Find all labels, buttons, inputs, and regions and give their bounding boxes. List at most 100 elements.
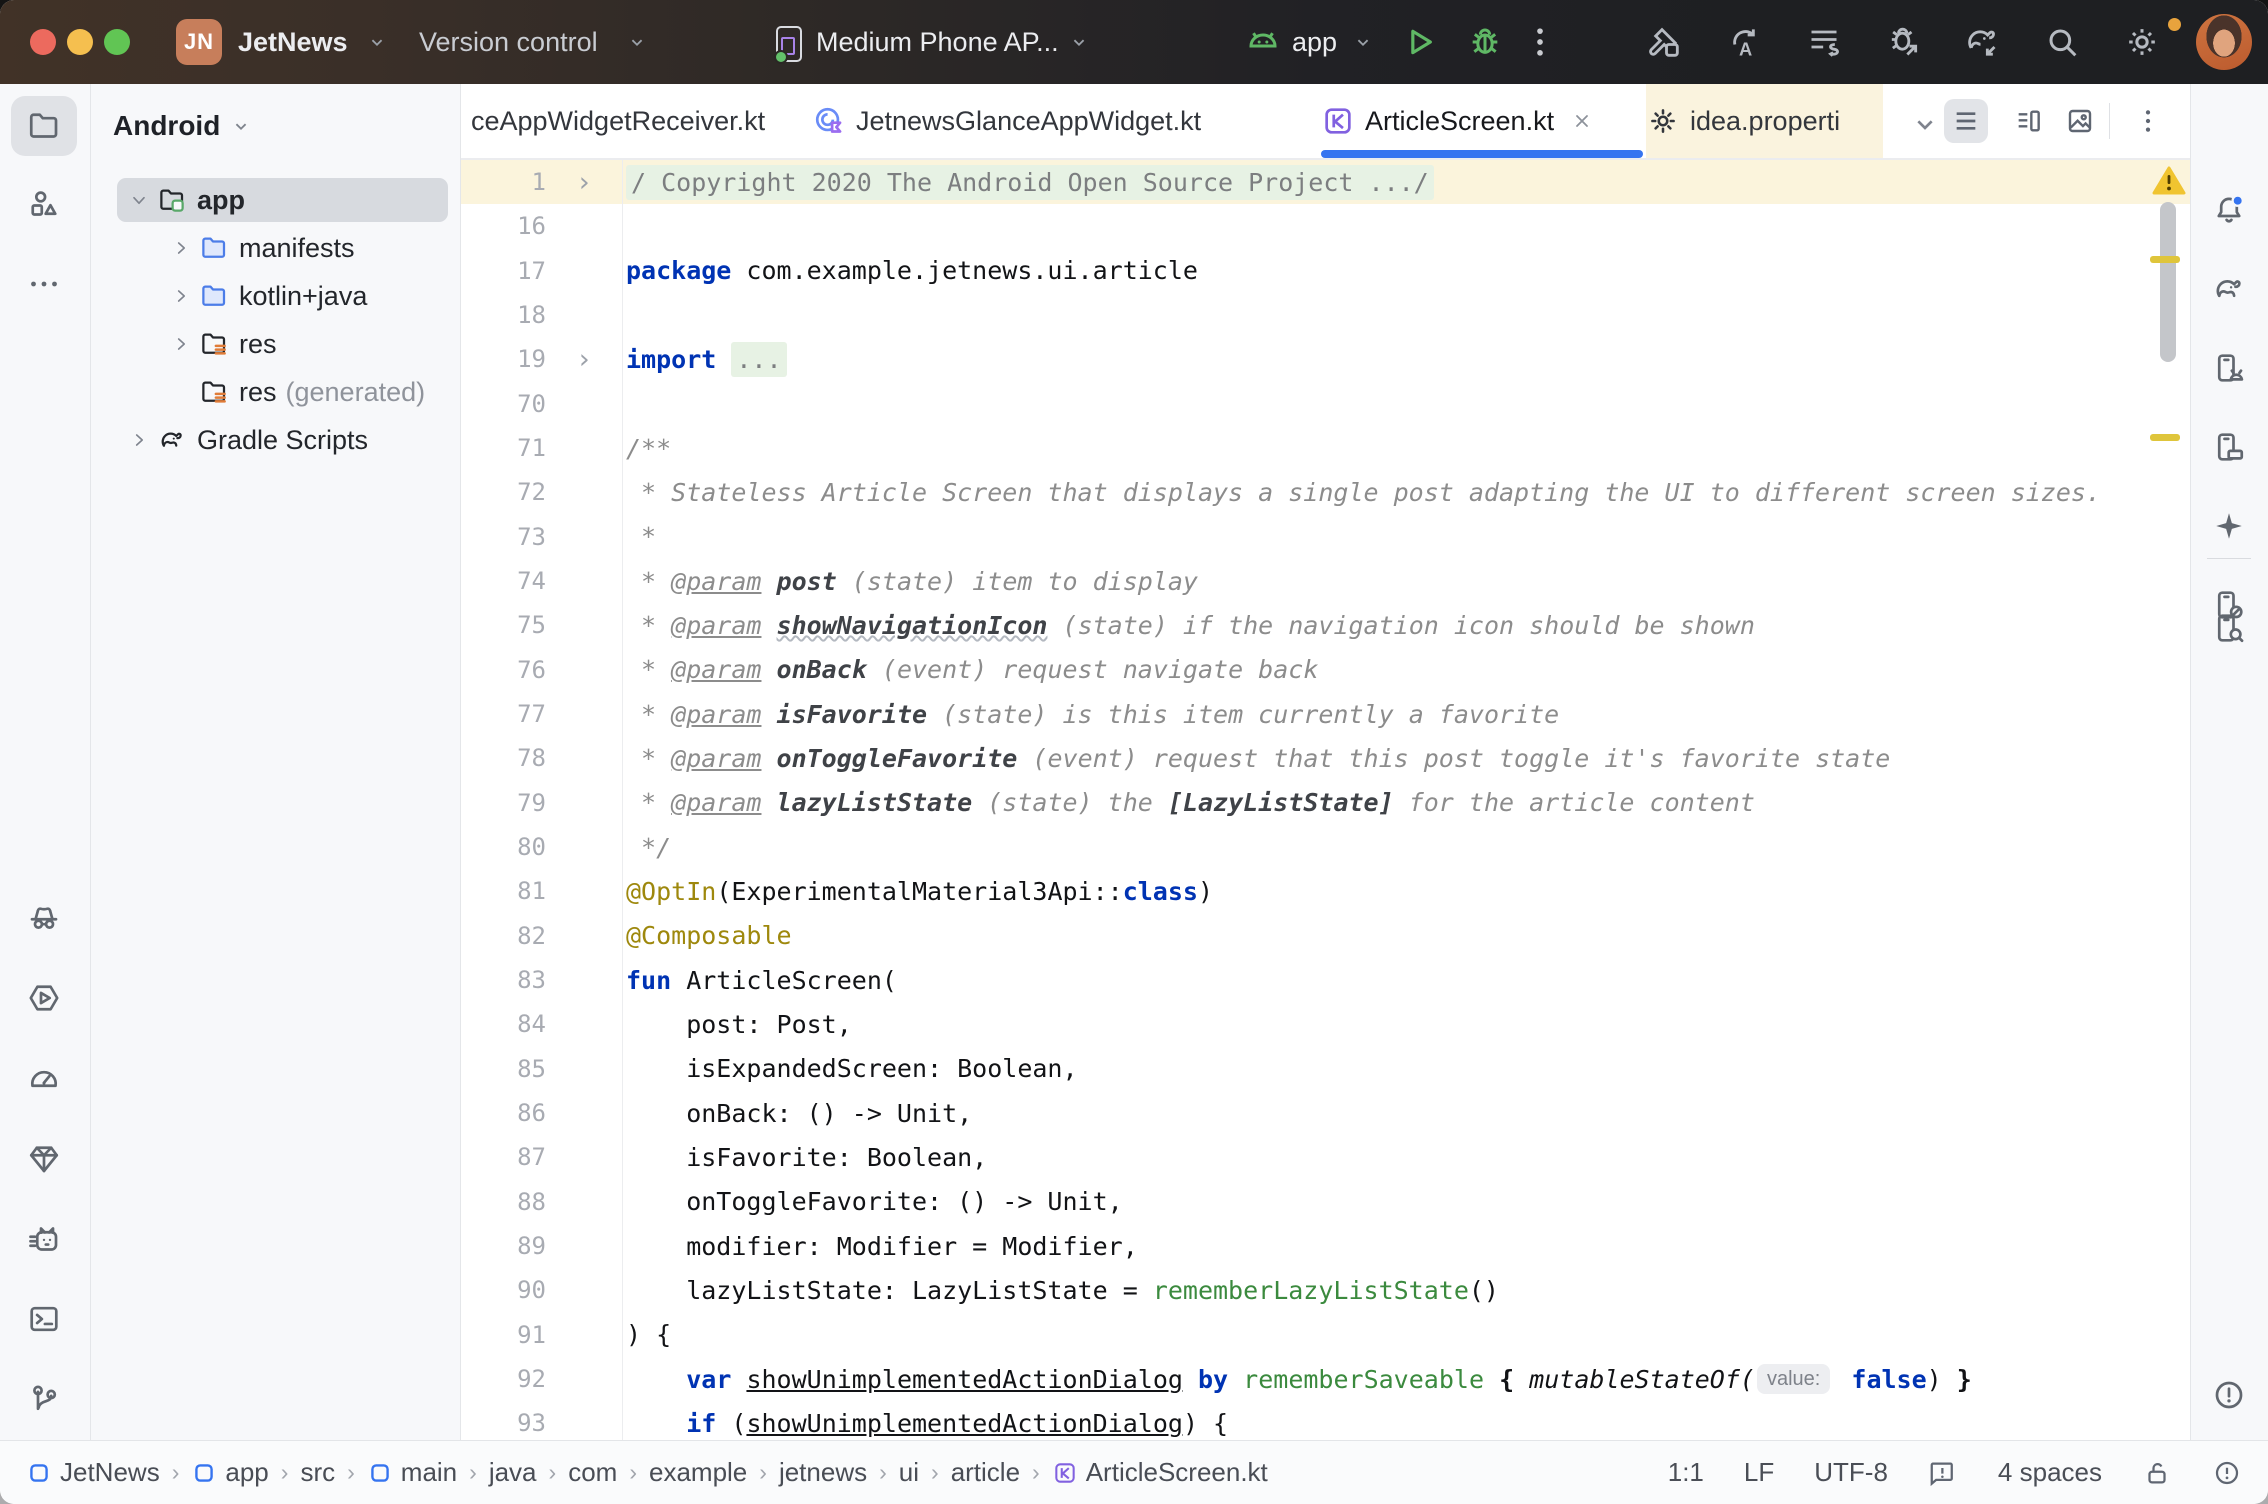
- gemini-ai-button[interactable]: [2198, 497, 2260, 555]
- profiler-button[interactable]: [11, 1049, 77, 1109]
- running-devices-button[interactable]: [11, 968, 77, 1028]
- code-line-70[interactable]: 70: [461, 382, 2190, 426]
- code-line-86[interactable]: 86 onBack: () -> Unit,: [461, 1091, 2190, 1135]
- code-line-79[interactable]: 79 * @param lazyListState (state) the [L…: [461, 781, 2190, 825]
- app-quality-insights-button[interactable]: [11, 887, 77, 947]
- chevron-right-icon[interactable]: [163, 237, 199, 259]
- breadcrumb-item-ui[interactable]: ui: [899, 1457, 919, 1488]
- breadcrumb-item-jetnews[interactable]: JetNews: [26, 1457, 160, 1488]
- chevron-down-icon[interactable]: [121, 189, 157, 211]
- code-line-83[interactable]: 83fun ArticleScreen(: [461, 958, 2190, 1002]
- tree-item-app[interactable]: app: [91, 176, 460, 224]
- code-line-75[interactable]: 75 * @param showNavigationIcon (state) i…: [461, 603, 2190, 647]
- split-editor-icon[interactable]: [2012, 105, 2044, 137]
- close-icon[interactable]: [1570, 109, 1594, 133]
- user-avatar[interactable]: [2196, 14, 2252, 70]
- problems-button[interactable]: [2198, 1366, 2260, 1424]
- code-line-92[interactable]: 92 var showUnimplementedActionDialog by …: [461, 1357, 2190, 1401]
- editor-tab-idea-properti[interactable]: idea.properti: [1646, 84, 1883, 158]
- more-tool-windows-button[interactable]: [11, 254, 77, 314]
- code-line-81[interactable]: 81@OptIn(ExperimentalMaterial3Api::class…: [461, 869, 2190, 913]
- breadcrumb-item-com[interactable]: com: [568, 1457, 617, 1488]
- device-selector[interactable]: Medium Phone AP...: [816, 0, 1059, 84]
- device-manager-button[interactable]: [2198, 339, 2260, 397]
- fold-arrow-icon[interactable]: ›: [546, 337, 623, 381]
- code-line-18[interactable]: 18: [461, 293, 2190, 337]
- chevron-right-icon[interactable]: [163, 333, 199, 355]
- resource-manager-button[interactable]: [11, 174, 77, 234]
- attach-debugger-icon[interactable]: [1884, 22, 1924, 62]
- notifications-button[interactable]: [2198, 181, 2260, 239]
- code-line-73[interactable]: 73 *: [461, 515, 2190, 559]
- run-button[interactable]: [1399, 22, 1439, 62]
- chevron-right-icon[interactable]: [121, 429, 157, 451]
- tree-item-res[interactable]: res: [91, 320, 460, 368]
- inspections-status-icon[interactable]: [2212, 1458, 2242, 1488]
- todo-list-icon[interactable]: [1804, 22, 1844, 62]
- sync-project-icon[interactable]: A: [1724, 22, 1764, 62]
- code-line-93[interactable]: 93 if (showUnimplementedActionDialog) {: [461, 1401, 2190, 1440]
- tree-item-kotlin-java[interactable]: kotlin+java: [91, 272, 460, 320]
- build-hammer-icon[interactable]: [1644, 22, 1684, 62]
- code-line-71[interactable]: 71/**: [461, 426, 2190, 470]
- project-view-selector[interactable]: Android: [113, 110, 252, 142]
- file-encoding[interactable]: UTF-8: [1814, 1457, 1888, 1488]
- code-line-19[interactable]: 19›import ...: [461, 337, 2190, 381]
- code-line-74[interactable]: 74 * @param post (state) item to display: [461, 559, 2190, 603]
- project-button[interactable]: [11, 96, 77, 156]
- terminal-button[interactable]: [11, 1289, 77, 1349]
- breadcrumb-item-app[interactable]: app: [191, 1457, 268, 1488]
- breadcrumb-item-java[interactable]: java: [489, 1457, 537, 1488]
- code-line-90[interactable]: 90 lazyListState: LazyListState = rememb…: [461, 1268, 2190, 1312]
- run-configuration-selector[interactable]: app: [1292, 0, 1337, 84]
- breadcrumb-item-jetnews[interactable]: jetnews: [779, 1457, 867, 1488]
- code-line-77[interactable]: 77 * @param isFavorite (state) is this i…: [461, 692, 2190, 736]
- app-inspection-button[interactable]: [11, 1129, 77, 1189]
- code-editor[interactable]: 1›/ Copyright 2020 The Android Open Sour…: [461, 160, 2190, 1440]
- code-line-78[interactable]: 78 * @param onToggleFavorite (event) req…: [461, 736, 2190, 780]
- gradle-button[interactable]: [2198, 260, 2260, 318]
- version-control-button[interactable]: [11, 1369, 77, 1429]
- tab-options-kebab-icon[interactable]: [2132, 105, 2164, 137]
- search-everywhere-icon[interactable]: [2042, 22, 2082, 62]
- breadcrumb-item-article[interactable]: article: [951, 1457, 1020, 1488]
- code-line-16[interactable]: 16: [461, 204, 2190, 248]
- breadcrumb-item-src[interactable]: src: [300, 1457, 335, 1488]
- tree-item-res[interactable]: res(generated): [91, 368, 460, 416]
- code-line-85[interactable]: 85 isExpandedScreen: Boolean,: [461, 1047, 2190, 1091]
- editor-tab-jetnewsglanceappwidget-kt[interactable]: JetnewsGlanceAppWidget.kt: [812, 84, 1282, 158]
- code-line-17[interactable]: 17package com.example.jetnews.ui.article: [461, 249, 2190, 293]
- code-line-72[interactable]: 72 * Stateless Article Screen that displ…: [461, 470, 2190, 514]
- window-minimize-button[interactable]: [67, 29, 93, 55]
- code-line-84[interactable]: 84 post: Post,: [461, 1002, 2190, 1046]
- indent-setting[interactable]: 4 spaces: [1998, 1457, 2102, 1488]
- vcs-menu[interactable]: Version control: [419, 0, 598, 84]
- warning-stripe-mark[interactable]: [2150, 434, 2180, 441]
- window-zoom-button[interactable]: [104, 29, 130, 55]
- editor-tab-articlescreen-kt[interactable]: ArticleScreen.kt: [1321, 84, 1643, 158]
- window-close-button[interactable]: [30, 29, 56, 55]
- breadcrumb-item-main[interactable]: main: [367, 1457, 457, 1488]
- layout-inspector-button[interactable]: [2198, 599, 2260, 657]
- tree-item-gradle-scripts[interactable]: Gradle Scripts: [91, 416, 460, 464]
- warning-indicator-icon[interactable]: [2152, 166, 2186, 196]
- editor-scrollbar[interactable]: [2160, 202, 2176, 362]
- code-line-91[interactable]: 91) {: [461, 1313, 2190, 1357]
- line-ending[interactable]: LF: [1744, 1457, 1774, 1488]
- unlocked-padlock-icon[interactable]: [2142, 1458, 2172, 1488]
- editor-tab-ceappwidgetreceiver-kt[interactable]: ceAppWidgetReceiver.kt: [461, 84, 793, 158]
- code-line-76[interactable]: 76 * @param onBack (event) request navig…: [461, 648, 2190, 692]
- caret-position[interactable]: 1:1: [1668, 1457, 1704, 1488]
- code-line-80[interactable]: 80 */: [461, 825, 2190, 869]
- code-line-89[interactable]: 89 modifier: Modifier = Modifier,: [461, 1224, 2190, 1268]
- more-actions-icon[interactable]: [1520, 22, 1560, 62]
- hidden-tabs-chevron[interactable]: [1909, 108, 1941, 140]
- running-devices-button[interactable]: [2198, 418, 2260, 476]
- fold-arrow-icon[interactable]: ›: [546, 160, 623, 204]
- chevron-right-icon[interactable]: [163, 285, 199, 307]
- gradle-sync-icon[interactable]: [1962, 22, 2002, 62]
- preview-image-icon[interactable]: [2064, 105, 2096, 137]
- logcat-button[interactable]: [11, 1209, 77, 1269]
- code-line-87[interactable]: 87 isFavorite: Boolean,: [461, 1135, 2190, 1179]
- debug-button[interactable]: [1465, 22, 1505, 62]
